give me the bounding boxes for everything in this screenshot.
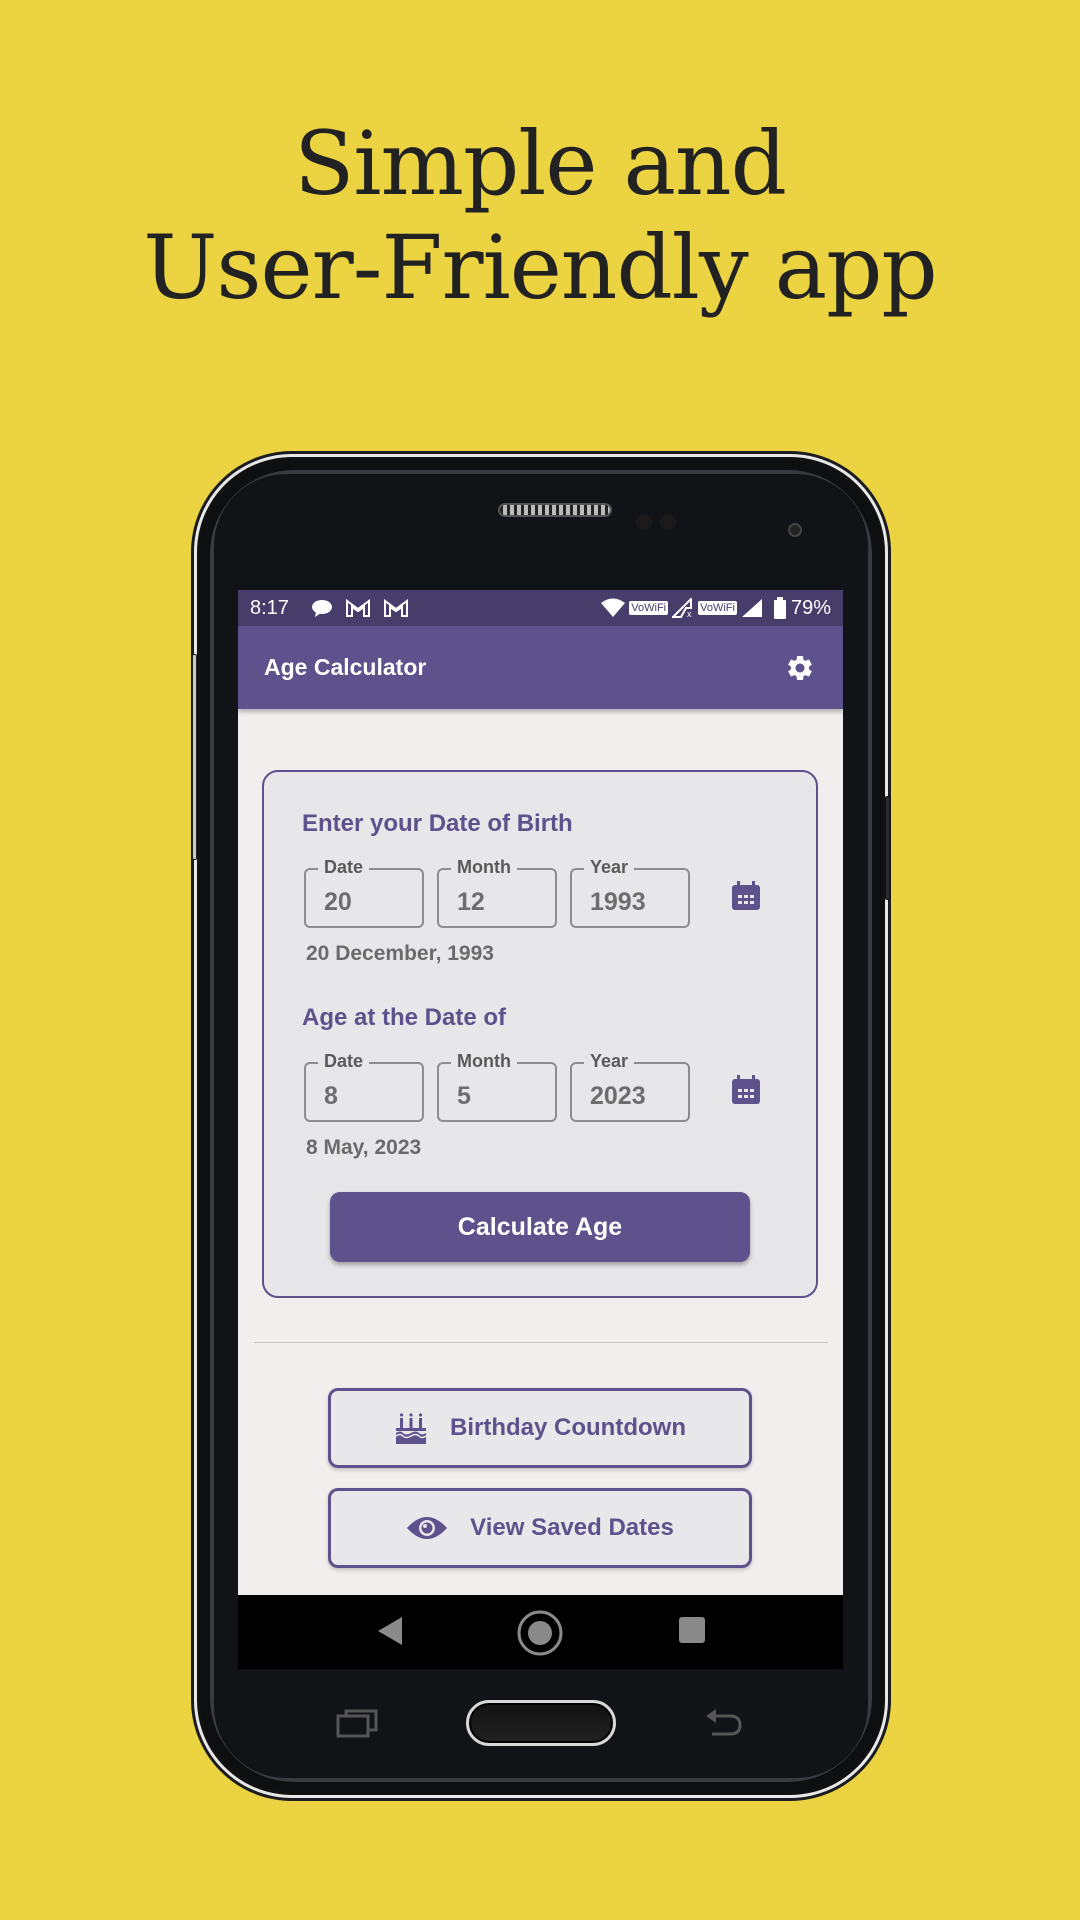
birthday-countdown-label: Birthday Countdown (450, 1414, 686, 1441)
target-year-input[interactable]: 2023 (590, 1082, 680, 1111)
settings-button[interactable] (783, 651, 817, 685)
view-saved-dates-label: View Saved Dates (470, 1514, 674, 1541)
birth-year-field[interactable]: Year 1993 (570, 857, 690, 928)
calendar-icon (732, 1075, 760, 1104)
home-icon[interactable] (516, 1609, 564, 1657)
target-calendar-button[interactable] (730, 1074, 762, 1106)
birth-month-input[interactable]: 12 (457, 888, 547, 917)
signal-no-data-icon: x (672, 598, 693, 618)
back-icon[interactable] (376, 1615, 404, 1647)
status-time: 8:17 (250, 596, 289, 619)
signal-icon (741, 599, 762, 617)
field-label: Date (318, 857, 370, 878)
target-date-input[interactable]: 8 (324, 1082, 414, 1111)
target-year-field[interactable]: Year 2023 (570, 1051, 690, 1122)
birthday-countdown-button[interactable]: Birthday Countdown (328, 1388, 752, 1468)
field-label: Month (451, 857, 517, 878)
birth-date-input[interactable]: 20 (324, 888, 414, 917)
headline-line-2: User-Friendly app (143, 216, 938, 319)
divider (254, 1342, 828, 1343)
field-label: Year (584, 1051, 635, 1072)
chat-bubble-icon (311, 600, 332, 617)
hardware-home-button (466, 1700, 616, 1746)
target-month-input[interactable]: 5 (457, 1082, 547, 1111)
battery-percent: 79% (790, 596, 831, 619)
status-bar: 8:17 VoWiFi x VoWiFi 79% (238, 590, 843, 626)
hardware-recents-icon (336, 1709, 378, 1738)
view-saved-dates-button[interactable]: View Saved Dates (328, 1488, 752, 1568)
age-at-section-title: Age at the Date of (302, 1004, 507, 1031)
wifi-icon (601, 598, 626, 617)
headline: Simple and User-Friendly app (0, 112, 1080, 320)
birth-section-title: Enter your Date of Birth (302, 810, 573, 837)
volume-button (192, 654, 197, 860)
vowifi-badge: VoWiFi (698, 601, 737, 615)
field-label: Month (451, 1051, 517, 1072)
vowifi-badge: VoWiFi (629, 601, 669, 615)
gmail-icon (345, 599, 370, 617)
target-month-field[interactable]: Month 5 (437, 1051, 557, 1122)
power-button (885, 796, 890, 900)
light-sensor (660, 514, 676, 530)
birth-date-field[interactable]: Date 20 (304, 857, 424, 928)
target-date-summary: 8 May, 2023 (306, 1136, 422, 1159)
front-camera (788, 523, 802, 537)
field-label: Year (584, 857, 635, 878)
target-date-field[interactable]: Date 8 (304, 1051, 424, 1122)
gmail-icon (383, 599, 408, 617)
field-label: Date (318, 1051, 370, 1072)
navigation-bar (238, 1595, 843, 1669)
gear-icon (788, 655, 812, 680)
birth-year-input[interactable]: 1993 (590, 888, 680, 917)
age-input-card: Enter your Date of Birth Date 20 Month 1… (262, 770, 818, 1298)
headline-line-1: Simple and (294, 112, 787, 215)
hardware-back-icon (706, 1709, 742, 1736)
birth-month-field[interactable]: Month 12 (437, 857, 557, 928)
app-bar: Age Calculator (238, 626, 843, 709)
earpiece-speaker (498, 503, 612, 517)
battery-icon (773, 597, 786, 619)
birth-date-summary: 20 December, 1993 (306, 942, 494, 965)
birth-calendar-button[interactable] (730, 880, 762, 912)
recents-icon[interactable] (678, 1615, 706, 1645)
proximity-sensor (636, 514, 652, 530)
app-screen: 8:17 VoWiFi x VoWiFi 79% Age Calculator (238, 590, 843, 1595)
calculate-age-button[interactable]: Calculate Age (330, 1192, 750, 1262)
birthday-cake-icon (395, 1413, 427, 1444)
calendar-icon (732, 881, 760, 910)
svg-text:x: x (687, 609, 692, 618)
app-title: Age Calculator (264, 654, 427, 680)
phone-frame: 8:17 VoWiFi x VoWiFi 79% Age Calculator (192, 460, 890, 1792)
eye-icon (407, 1517, 448, 1539)
